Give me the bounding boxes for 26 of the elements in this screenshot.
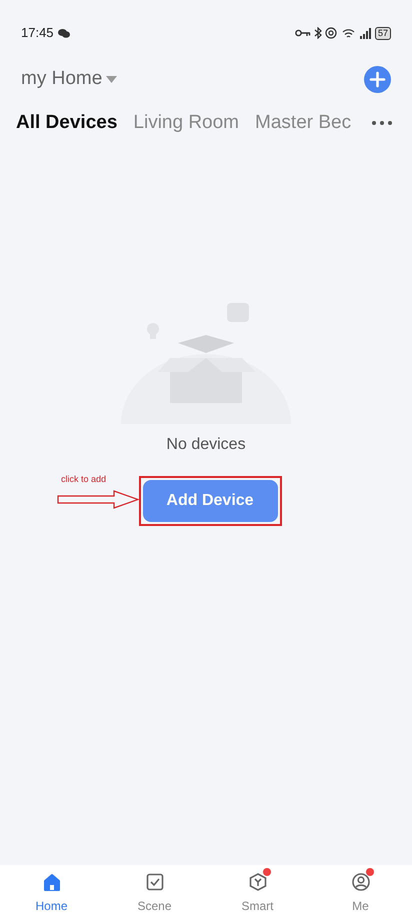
checkbox-icon	[146, 873, 164, 891]
nfc-icon	[324, 27, 339, 39]
nav-tab[interactable]: Scene	[103, 867, 206, 915]
room-tab[interactable]: Master Bec	[255, 108, 352, 138]
bluetooth-icon	[314, 27, 322, 39]
add-icon[interactable]	[364, 66, 391, 92]
chat-icon	[58, 28, 70, 38]
add-device-button[interactable]: Add Device	[142, 480, 278, 522]
caret-icon	[106, 76, 118, 82]
nav-tab[interactable]: Home	[0, 867, 103, 915]
room-tab[interactable]: All Devices	[16, 108, 118, 138]
signal-icon	[358, 28, 372, 38]
hexagon-icon	[248, 873, 266, 891]
room-tab[interactable]: Living Room	[133, 108, 240, 138]
home-selector[interactable]: my Home	[21, 64, 118, 94]
person-icon	[352, 873, 370, 891]
empty-message: No devices	[166, 435, 246, 455]
nav-tab[interactable]: Me	[309, 867, 412, 915]
house-icon	[42, 873, 60, 891]
nav-tab[interactable]: Smart	[206, 867, 309, 915]
status-time: 17:45	[21, 24, 54, 42]
wifi-icon	[342, 28, 355, 38]
battery-indicator: 57	[374, 26, 391, 40]
more-icon[interactable]	[372, 121, 392, 125]
key-icon	[294, 29, 311, 37]
annotation-label: click to add	[61, 473, 106, 486]
